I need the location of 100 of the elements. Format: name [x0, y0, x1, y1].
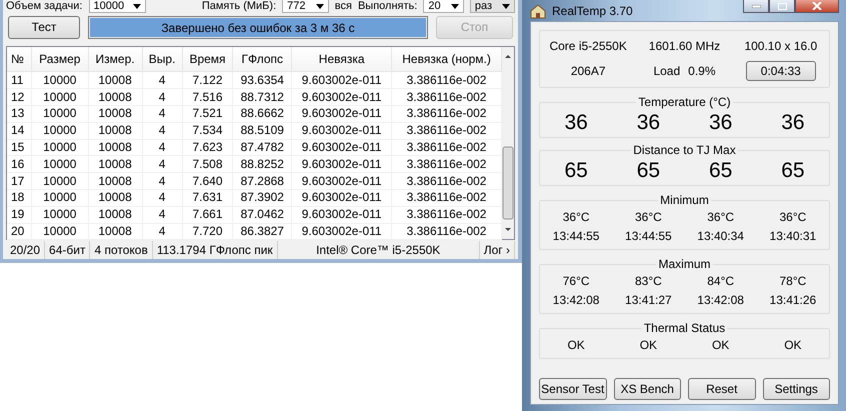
load-value: 0.9%	[688, 64, 716, 78]
runs-unit-dropdown[interactable]: раз	[470, 0, 515, 13]
scrollbar[interactable]	[502, 46, 514, 239]
table-cell: 16	[7, 156, 32, 173]
status-item: 64-бит	[45, 240, 90, 259]
status-item[interactable]: Лог ›	[480, 240, 515, 259]
table-cell: 4	[142, 88, 182, 106]
runs-dropdown[interactable]: 20	[423, 0, 464, 13]
close-button[interactable]	[795, 0, 839, 13]
table-cell: 10000	[32, 139, 88, 156]
cpu-frequency: 1601.60 MHz	[648, 39, 720, 53]
table-cell: 7.661	[182, 206, 233, 224]
table-cell: 9.603002e-011	[292, 223, 392, 240]
time-value: 13:41:26	[770, 293, 816, 307]
memory-dropdown[interactable]: 772	[282, 0, 329, 13]
table-cell: 4	[142, 122, 182, 140]
group-title: Thermal Status	[642, 321, 728, 335]
table-cell: 4	[142, 156, 182, 173]
reading-value: 36	[564, 111, 588, 135]
reading-value: 65	[708, 159, 732, 183]
action-button[interactable]: Reset	[688, 378, 756, 400]
table-cell: 18	[7, 190, 32, 206]
cpu-name: Core i5-2550K	[549, 39, 627, 53]
reading-value: 36	[708, 111, 732, 135]
table-cell: 10000	[32, 106, 88, 122]
task-size-dropdown[interactable]: 10000	[88, 0, 146, 13]
table-cell: 3.386116e-002	[392, 122, 502, 140]
table-cell: 3.386116e-002	[392, 172, 502, 190]
house-icon	[530, 2, 546, 18]
table-cell: 7.631	[182, 190, 233, 206]
table-cell: 3.386116e-002	[392, 156, 502, 173]
column-header[interactable]: ГФлопс	[232, 46, 292, 72]
caret-icon	[502, 4, 510, 8]
table-cell: 11	[7, 72, 32, 89]
table-cell: 87.2868	[232, 172, 292, 190]
column-header[interactable]: Невязка (норм.)	[392, 46, 502, 72]
time-value: 13:42:08	[697, 293, 744, 307]
load-label: Load	[653, 64, 680, 78]
close-icon	[812, 2, 822, 10]
table-cell: 3.386116e-002	[392, 206, 502, 224]
status-value: OK	[567, 338, 585, 352]
group-title: Maximum	[656, 257, 712, 271]
table-cell: 87.3902	[232, 190, 292, 206]
table-cell: 7.534	[182, 122, 233, 140]
table-cell: 12	[7, 88, 32, 106]
status-item: 20/20	[6, 240, 46, 259]
table-cell: 3.386116e-002	[392, 223, 502, 240]
timer-button[interactable]: 0:04:33	[746, 61, 816, 81]
time-value: 13:40:31	[770, 229, 816, 243]
table-cell: 10000	[32, 88, 88, 106]
group-title: Minimum	[658, 193, 711, 207]
table-cell: 7.640	[182, 172, 233, 190]
table-cell: 9.603002e-011	[292, 139, 392, 156]
time-value: 13:42:08	[552, 293, 600, 307]
caret-icon	[450, 4, 459, 8]
status-item: 113.1794 ГФлопс пик	[152, 240, 278, 259]
table-cell: 10008	[88, 88, 142, 106]
column-header[interactable]: Невязка	[292, 46, 392, 72]
table-cell: 13	[7, 106, 32, 122]
table-cell: 3.386116e-002	[392, 106, 502, 122]
table-cell: 7.720	[182, 223, 233, 240]
table-cell: 88.8252	[232, 156, 292, 173]
minimize-button[interactable]	[743, 0, 769, 13]
temperature-value: 36°C	[707, 210, 734, 224]
column-header[interactable]: Измер.	[88, 46, 142, 72]
table-cell: 19	[7, 206, 32, 224]
test-button[interactable]: Тест	[8, 16, 80, 39]
table-cell: 10008	[88, 206, 142, 224]
table-cell: 4	[142, 139, 182, 156]
temperature-value: 78°C	[779, 274, 806, 288]
table-cell: 7.623	[182, 139, 233, 156]
table-cell: 9.603002e-011	[292, 172, 392, 190]
table-cell: 15	[7, 139, 32, 156]
table-cell: 3.386116e-002	[392, 72, 502, 89]
table-cell: 10008	[88, 223, 142, 240]
column-header[interactable]: №	[7, 46, 32, 72]
temperature-value: 76°C	[562, 274, 590, 288]
memory-note: вся	[334, 0, 352, 12]
table-cell: 3.386116e-002	[392, 139, 502, 156]
column-header[interactable]: Выр.	[142, 46, 182, 72]
table-cell: 9.603002e-011	[292, 156, 392, 173]
table-cell: 87.0462	[232, 206, 292, 224]
table-cell: 10000	[32, 156, 88, 173]
action-button[interactable]: Settings	[762, 378, 830, 400]
table-cell: 4	[142, 106, 182, 122]
table-cell: 88.7312	[232, 88, 292, 106]
column-header[interactable]: Размер	[32, 46, 88, 72]
table-cell: 20	[7, 223, 32, 240]
action-button[interactable]: XS Bench	[614, 378, 681, 400]
column-header[interactable]: Время	[182, 46, 233, 72]
cpuid-value: 206A7	[570, 64, 606, 78]
maximize-button[interactable]	[769, 0, 795, 13]
table-cell: 10000	[32, 172, 88, 190]
table-cell: 3.386116e-002	[392, 88, 502, 106]
progress-text: Завершено без ошибок за 3 м 36 с	[160, 20, 356, 35]
minimize-icon	[752, 4, 760, 8]
reading-value: 65	[636, 159, 660, 183]
action-button[interactable]: Sensor Test	[539, 378, 606, 400]
table-cell: 9.603002e-011	[292, 122, 392, 140]
time-value: 13:41:27	[625, 293, 672, 307]
